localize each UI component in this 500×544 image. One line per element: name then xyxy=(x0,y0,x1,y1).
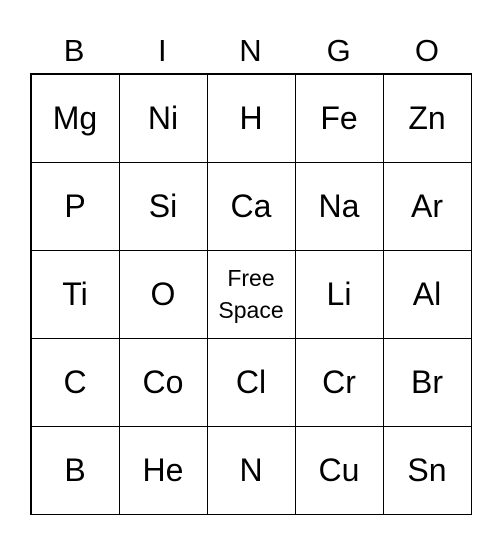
cell-label: Mg xyxy=(52,99,98,136)
cell-label: Ar xyxy=(411,187,443,224)
bingo-cell[interactable]: Al xyxy=(382,249,472,339)
cell-label: N xyxy=(239,451,263,488)
cell-label: Li xyxy=(326,275,352,312)
header-letter: G xyxy=(326,33,351,68)
bingo-cell[interactable]: Co xyxy=(118,337,208,427)
cell-label: Ti xyxy=(62,275,88,312)
cell-label: Cr xyxy=(322,363,356,400)
cell-label: O xyxy=(150,275,176,312)
bingo-cell[interactable]: Na xyxy=(294,161,384,251)
bingo-cell[interactable]: P xyxy=(30,161,120,251)
bingo-cell[interactable]: Ar xyxy=(382,161,472,251)
bingo-cell[interactable]: Ti xyxy=(30,249,120,339)
cell-label: Br xyxy=(411,363,443,400)
bingo-cell[interactable]: H xyxy=(206,73,296,163)
free-space-cell[interactable]: Free Space xyxy=(206,249,296,339)
header-letter: B xyxy=(63,33,85,68)
bingo-cell[interactable]: He xyxy=(118,425,208,515)
cell-label: Fe xyxy=(320,99,358,136)
cell-label: Cl xyxy=(235,363,267,400)
bingo-cell[interactable]: Ni xyxy=(118,73,208,163)
cell-label: Free Space xyxy=(218,265,284,323)
header-letter: I xyxy=(157,33,167,68)
bingo-cell[interactable]: Cu xyxy=(294,425,384,515)
bingo-cell[interactable]: B xyxy=(30,425,120,515)
bingo-cell[interactable]: Si xyxy=(118,161,208,251)
bingo-cell[interactable]: Zn xyxy=(382,73,472,163)
cell-label: Ca xyxy=(230,187,272,224)
cell-label: H xyxy=(239,99,263,136)
cell-label: Ni xyxy=(147,99,179,136)
bingo-cell[interactable]: Li xyxy=(294,249,384,339)
bingo-cell[interactable]: C xyxy=(30,337,120,427)
cell-label: Sn xyxy=(407,451,447,488)
header-letter: O xyxy=(414,33,439,68)
cell-label: Cu xyxy=(318,451,360,488)
bingo-cell[interactable]: O xyxy=(118,249,208,339)
bingo-cell[interactable]: Fe xyxy=(294,73,384,163)
bingo-cell[interactable]: Cl xyxy=(206,337,296,427)
cell-label: Si xyxy=(148,187,178,224)
cell-label: Zn xyxy=(408,99,446,136)
header-letter: N xyxy=(239,33,262,68)
cell-label: Co xyxy=(142,363,184,400)
bingo-header: BINGO xyxy=(30,30,471,72)
cell-label: P xyxy=(64,187,86,224)
bingo-cell[interactable]: Cr xyxy=(294,337,384,427)
bingo-cell[interactable]: N xyxy=(206,425,296,515)
bingo-cell[interactable]: Br xyxy=(382,337,472,427)
cell-label: Al xyxy=(412,275,442,312)
bingo-cell[interactable]: Sn xyxy=(382,425,472,515)
cell-label: Na xyxy=(318,187,360,224)
cell-label: C xyxy=(63,363,87,400)
bingo-cell[interactable]: Ca xyxy=(206,161,296,251)
bingo-cell[interactable]: Mg xyxy=(30,73,120,163)
cell-label: He xyxy=(142,451,184,488)
cell-label: B xyxy=(64,451,86,488)
bingo-card: Mg Ni H Fe Zn P Si Ca Na Ar Ti O Free Space Li Al C Co Cl… xyxy=(30,73,472,515)
